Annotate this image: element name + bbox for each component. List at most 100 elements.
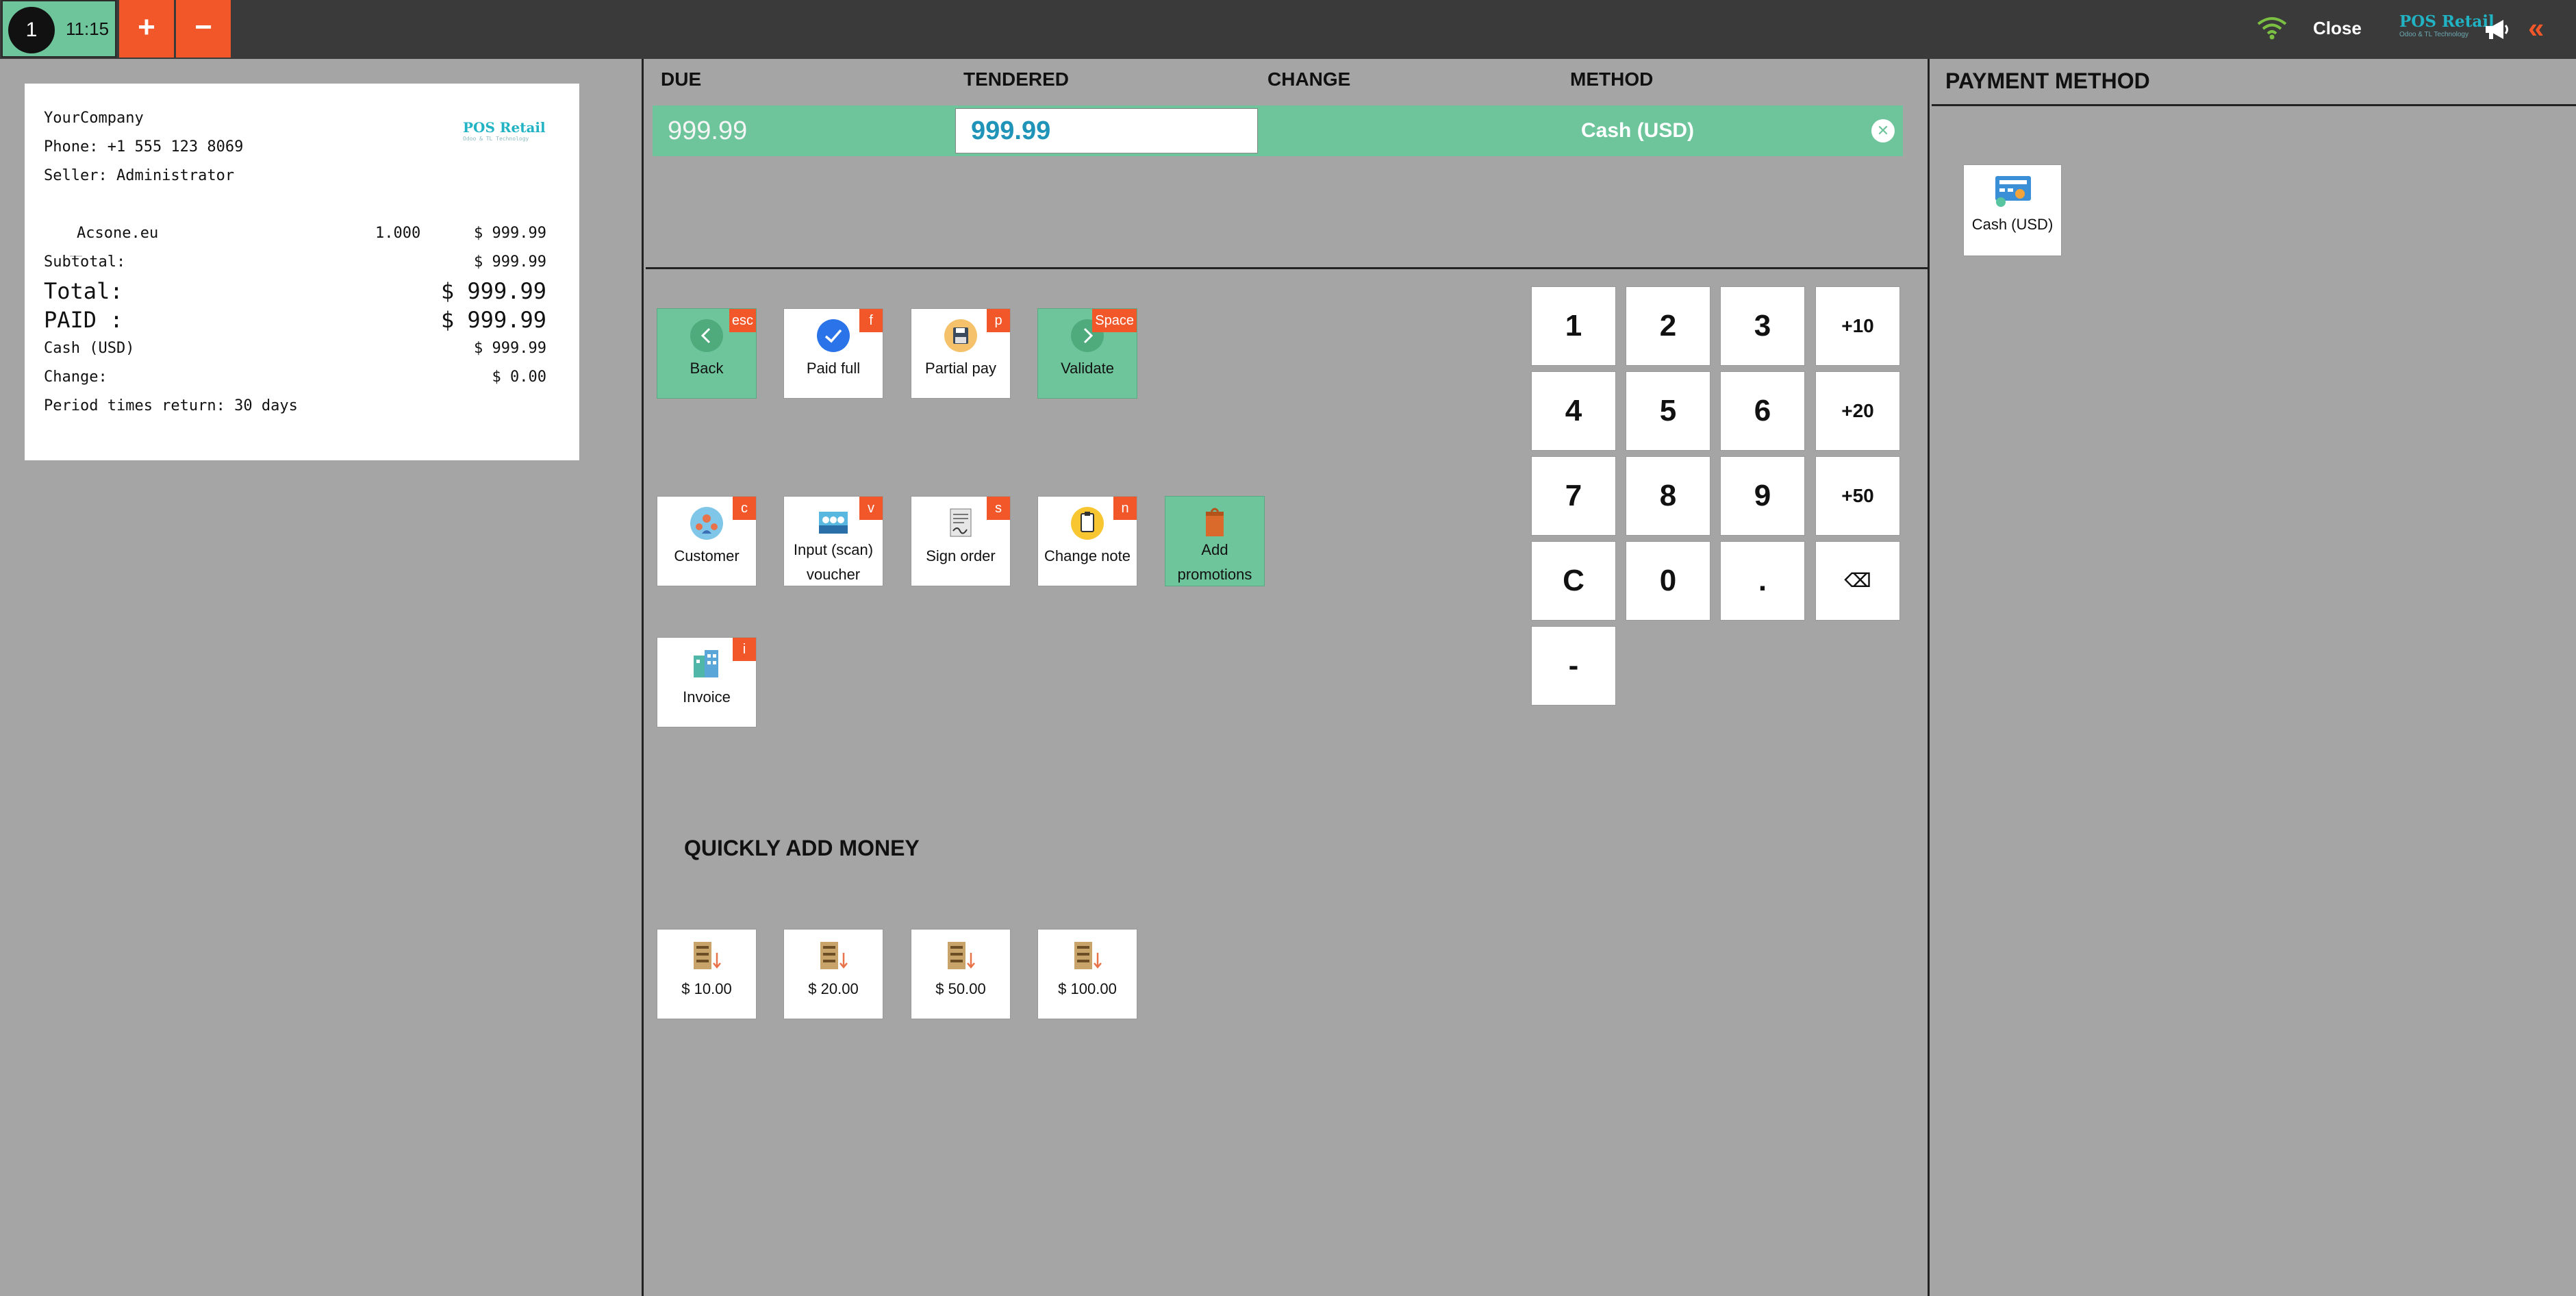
quick-money-button[interactable]: $ 10.00 bbox=[657, 929, 757, 1019]
subtotal-value: $ 999.99 bbox=[474, 253, 546, 271]
numpad-key-plus-20[interactable]: +20 bbox=[1815, 371, 1900, 451]
invoice-button[interactable]: Invoice i bbox=[657, 637, 757, 727]
receipt-company: YourCompany bbox=[44, 110, 144, 127]
numpad-key-2[interactable]: 2 bbox=[1626, 286, 1710, 366]
top-bar: 1 11:15 + − Close POS Retail Odoo & TL T… bbox=[0, 0, 2576, 59]
numpad-key-plus-10[interactable]: +10 bbox=[1815, 286, 1900, 366]
close-button[interactable]: Close bbox=[2313, 18, 2362, 39]
receipt-logo: POS Retail Odoo & TL Technology bbox=[463, 119, 546, 147]
checkmark-icon bbox=[817, 319, 850, 352]
change-header: CHANGE bbox=[1267, 68, 1351, 90]
invoice-shortcut-badge: i bbox=[733, 638, 756, 661]
change-value: $ 0.00 bbox=[492, 369, 546, 386]
numpad-key-3[interactable]: 3 bbox=[1720, 286, 1805, 366]
paymentline[interactable]: 999.99 999.99 Cash (USD) ✕ bbox=[653, 105, 1903, 156]
partial-pay-label: Partial pay bbox=[925, 360, 996, 377]
paid-full-label: Paid full bbox=[806, 360, 861, 377]
paid-label: PAID : bbox=[44, 307, 123, 333]
partial-pay-shortcut-badge: p bbox=[987, 309, 1010, 332]
numpad-key-dot[interactable]: . bbox=[1720, 541, 1805, 621]
paymentline-due: 999.99 bbox=[668, 116, 748, 145]
scan-voucher-button[interactable]: Input (scan) voucher v bbox=[783, 496, 883, 586]
receipt: YourCompany Phone: +1 555 123 8069 Selle… bbox=[25, 84, 579, 460]
total-label: Total: bbox=[44, 278, 123, 304]
logo-text: POS Retail bbox=[2399, 12, 2495, 31]
money-stack-icon bbox=[820, 942, 848, 969]
order-time: 11:15 bbox=[66, 18, 110, 39]
receipt-seller: Seller: Administrator bbox=[44, 167, 235, 184]
payment-method-title: PAYMENT METHOD bbox=[1945, 68, 2150, 93]
numpad-key-9[interactable]: 9 bbox=[1720, 456, 1805, 536]
voucher-shortcut-badge: v bbox=[859, 497, 883, 520]
add-order-button[interactable]: + bbox=[119, 0, 174, 58]
receipt-panel: YourCompany Phone: +1 555 123 8069 Selle… bbox=[0, 59, 644, 1296]
change-label: Change: bbox=[44, 369, 108, 386]
collapse-icon[interactable]: « bbox=[2528, 11, 2544, 45]
order-number-badge: 1 bbox=[8, 7, 55, 53]
numpad-key-plus-50[interactable]: +50 bbox=[1815, 456, 1900, 536]
numpad-backspace-icon[interactable]: ⌫ bbox=[1815, 541, 1900, 621]
remove-order-button[interactable]: − bbox=[176, 0, 231, 58]
total-value: $ 999.99 bbox=[440, 278, 546, 304]
quick-money-label: $ 100.00 bbox=[1058, 980, 1117, 997]
gift-bag-icon bbox=[1206, 508, 1224, 536]
numpad-key-4[interactable]: 4 bbox=[1531, 371, 1616, 451]
numpad-key-clear[interactable]: C bbox=[1531, 541, 1616, 621]
sign-order-button[interactable]: Sign order s bbox=[911, 496, 1011, 586]
method-header: METHOD bbox=[1570, 68, 1654, 90]
invoice-building-icon bbox=[694, 650, 718, 677]
payment-method-label: Cash (USD) bbox=[1971, 216, 2054, 233]
sign-order-shortcut-badge: s bbox=[987, 497, 1010, 520]
money-stack-icon bbox=[948, 942, 975, 969]
numpad-key-6[interactable]: 6 bbox=[1720, 371, 1805, 451]
return-policy: Period times return: 30 days bbox=[44, 397, 298, 414]
change-note-shortcut-badge: n bbox=[1113, 497, 1137, 520]
cash-register-icon bbox=[1995, 176, 2031, 207]
line-item-name: Acsone.eu bbox=[77, 225, 159, 242]
order-tab[interactable]: 1 11:15 bbox=[1, 0, 116, 58]
numpad-key-0[interactable]: 0 bbox=[1626, 541, 1710, 621]
divider bbox=[646, 267, 1930, 269]
numpad-key-8[interactable]: 8 bbox=[1626, 456, 1710, 536]
add-promotions-label-line2: promotions bbox=[1177, 566, 1252, 583]
add-promotions-label-line1: Add bbox=[1201, 541, 1228, 558]
validate-button[interactable]: Validate Space bbox=[1037, 308, 1137, 399]
customer-button[interactable]: Customer c bbox=[657, 496, 757, 586]
change-note-button[interactable]: Change note n bbox=[1037, 496, 1137, 586]
quick-money-button[interactable]: $ 100.00 bbox=[1037, 929, 1137, 1019]
receipt-logo-text: POS Retail bbox=[463, 119, 546, 136]
tendered-input[interactable]: 999.99 bbox=[955, 108, 1258, 153]
megaphone-icon[interactable] bbox=[2483, 18, 2510, 41]
back-button[interactable]: Back esc bbox=[657, 308, 757, 399]
partial-pay-button[interactable]: Partial pay p bbox=[911, 308, 1011, 399]
quick-money-label: $ 50.00 bbox=[935, 980, 986, 997]
numpad-key-1[interactable]: 1 bbox=[1531, 286, 1616, 366]
quick-money-title: QUICKLY ADD MONEY bbox=[684, 836, 920, 860]
floppy-disk-icon bbox=[944, 319, 977, 352]
sign-order-label: Sign order bbox=[926, 547, 996, 564]
quick-money-label: $ 10.00 bbox=[681, 980, 732, 997]
paid-full-button[interactable]: Paid full f bbox=[783, 308, 883, 399]
clipboard-icon bbox=[1071, 507, 1104, 540]
money-stack-icon bbox=[694, 942, 721, 969]
delete-paymentline-icon[interactable]: ✕ bbox=[1871, 119, 1895, 142]
numpad-key-5[interactable]: 5 bbox=[1626, 371, 1710, 451]
tendered-header: TENDERED bbox=[963, 68, 1070, 90]
payment-method-cash-usd[interactable]: Cash (USD) bbox=[1963, 164, 2062, 256]
add-promotions-button[interactable]: Add promotions bbox=[1165, 496, 1265, 586]
quick-money-label: $ 20.00 bbox=[808, 980, 859, 997]
numpad-key-7[interactable]: 7 bbox=[1531, 456, 1616, 536]
cash-label: Cash (USD) bbox=[44, 340, 135, 357]
paid-full-shortcut-badge: f bbox=[859, 309, 883, 332]
signature-document-icon bbox=[950, 508, 972, 537]
logo-tagline: Odoo & TL Technology bbox=[2399, 31, 2468, 38]
line-item-qty: 1.000 bbox=[375, 225, 421, 242]
numpad-key-minus[interactable]: - bbox=[1531, 626, 1616, 706]
validate-label: Validate bbox=[1061, 360, 1114, 377]
payment-screen: DUE TENDERED CHANGE METHOD 999.99 999.99… bbox=[646, 59, 1930, 1296]
scan-voucher-label: Input (scan) voucher bbox=[784, 538, 883, 587]
quick-money-button[interactable]: $ 20.00 bbox=[783, 929, 883, 1019]
quick-money-button[interactable]: $ 50.00 bbox=[911, 929, 1011, 1019]
paid-value: $ 999.99 bbox=[440, 307, 546, 333]
line-item-price: $ 999.99 bbox=[474, 225, 546, 242]
